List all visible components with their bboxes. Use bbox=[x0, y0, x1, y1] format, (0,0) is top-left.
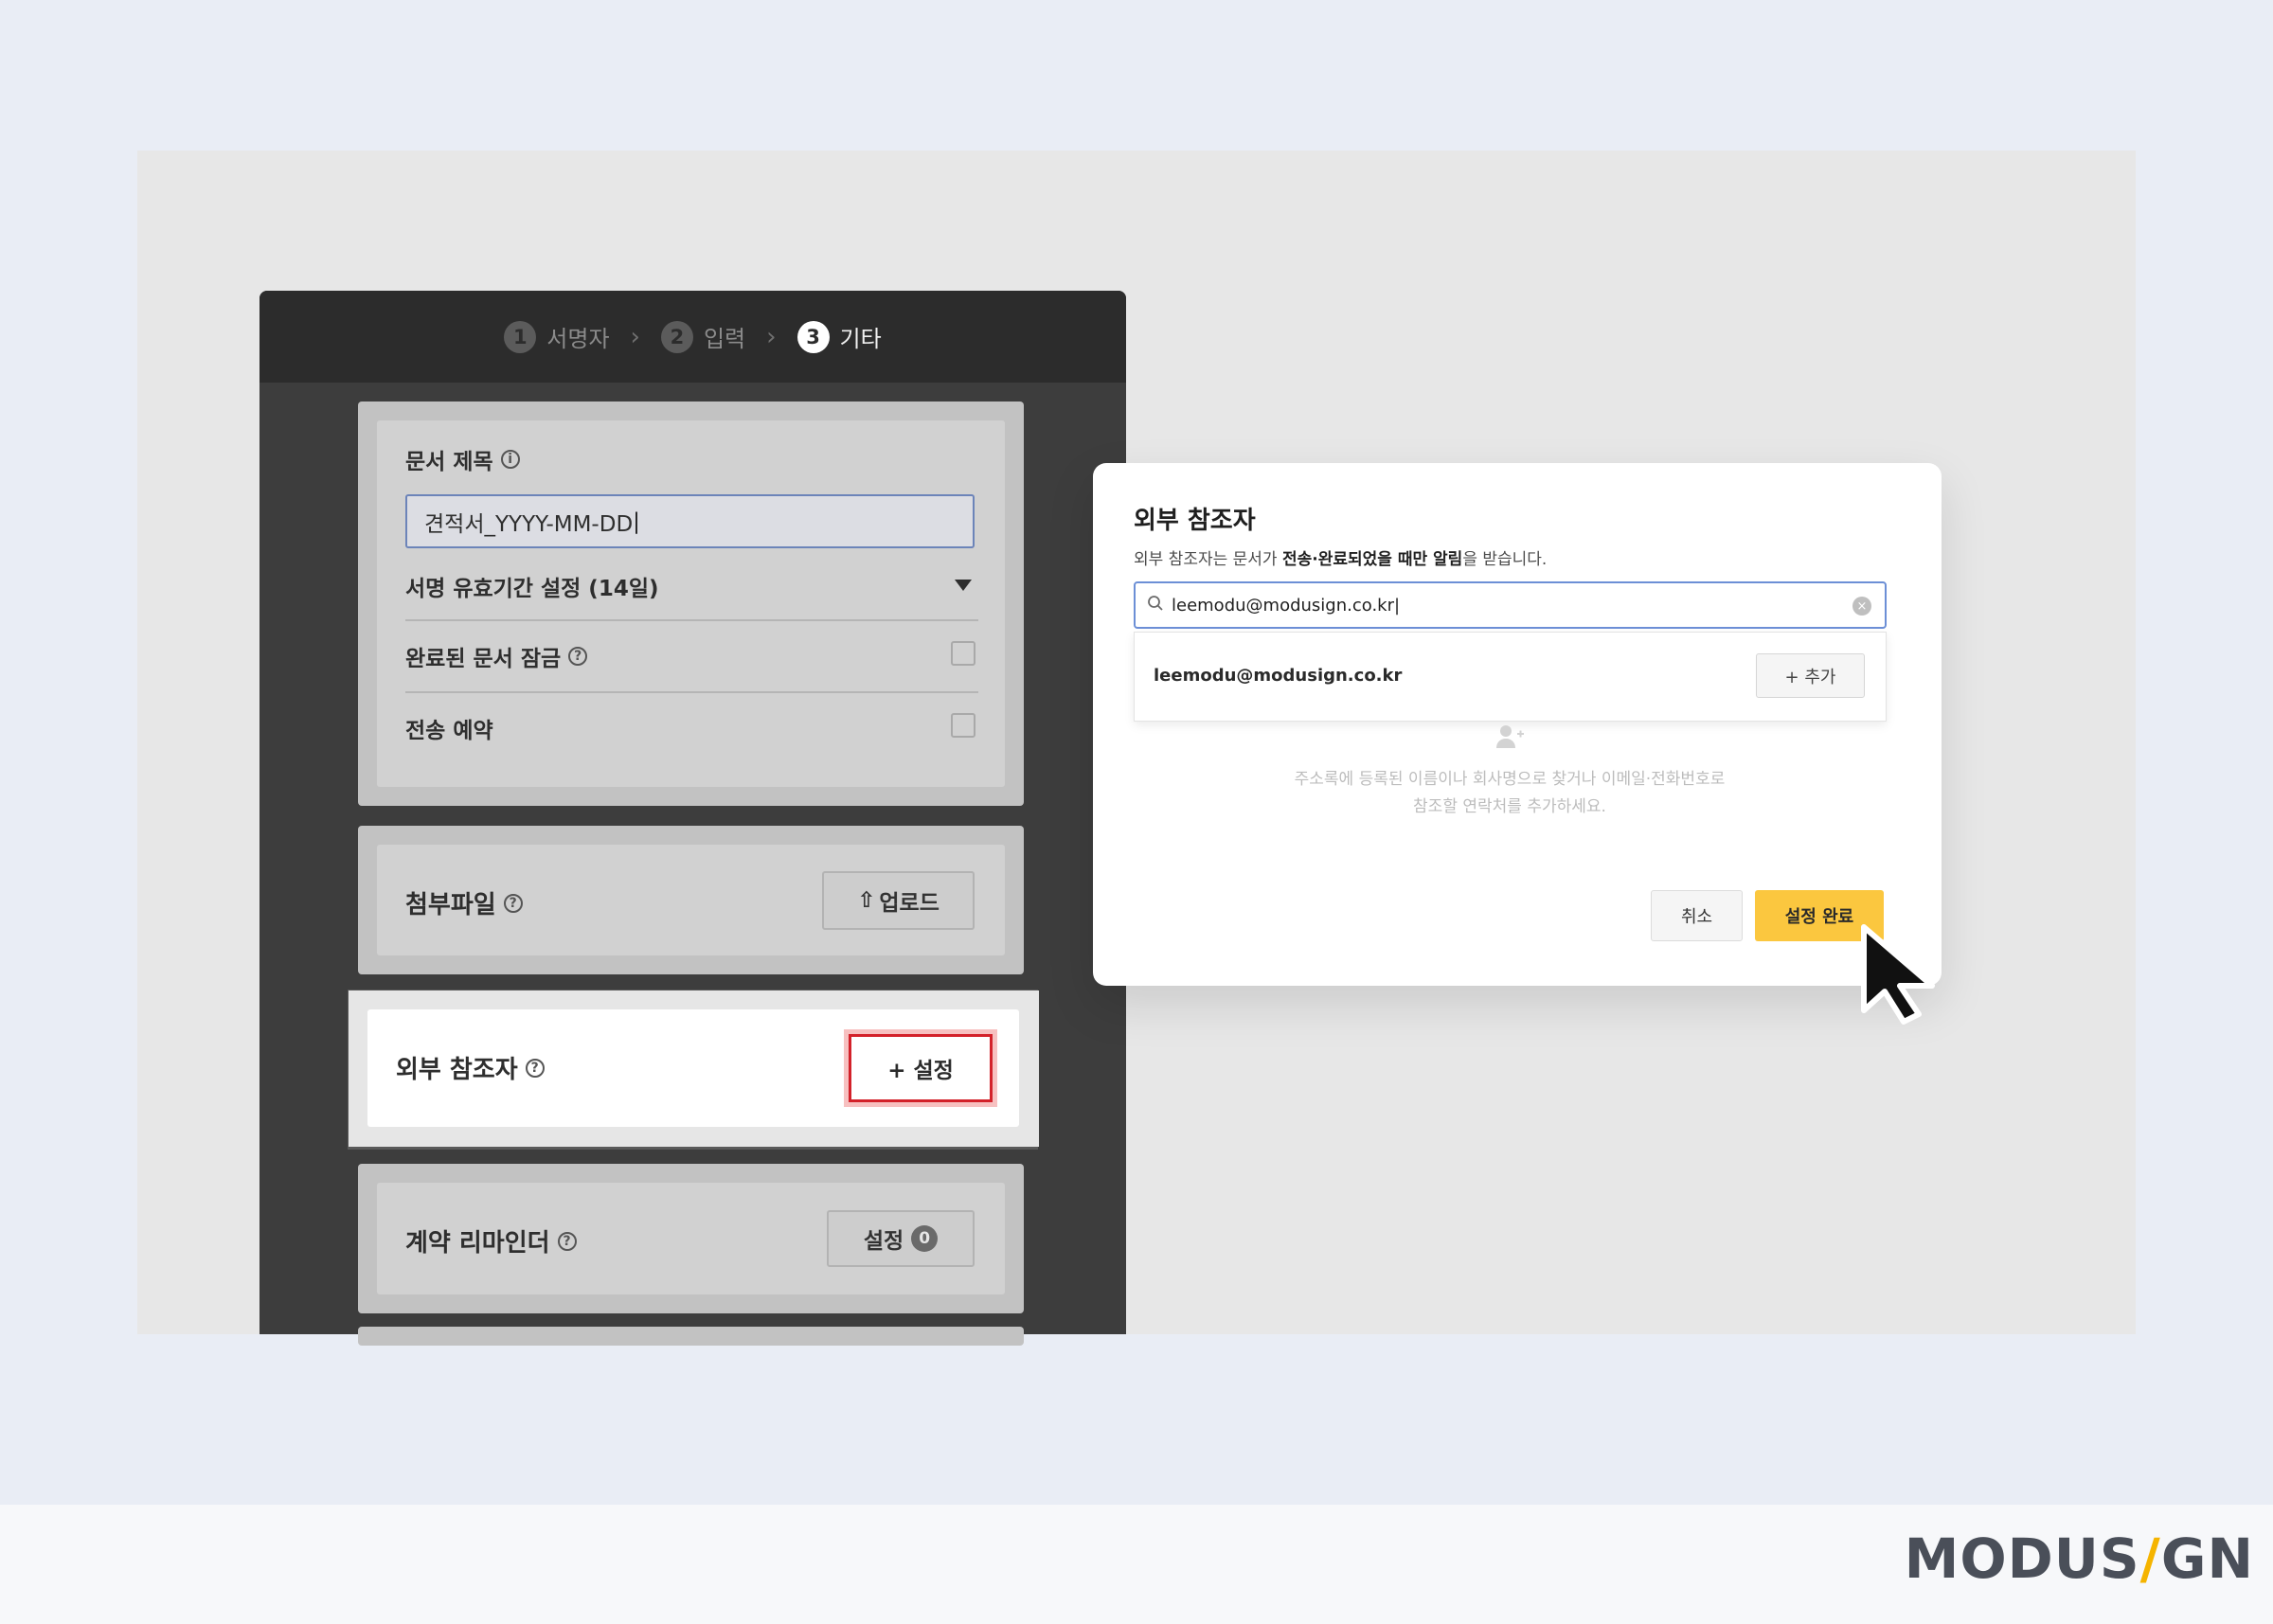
external-ref-modal: 외부 참조자 외부 참조자는 문서가 전송·완료되었을 때만 알림을 받습니다.… bbox=[1093, 463, 1942, 986]
step-label: 입력 bbox=[703, 326, 746, 352]
chevron-right-icon: › bbox=[766, 322, 777, 351]
mouse-pointer-icon bbox=[1861, 924, 1935, 1025]
attachment-card: 첨부파일 ? ⇧ 업로드 bbox=[358, 826, 1024, 974]
reminder-set-button[interactable]: 설정 0 bbox=[827, 1210, 975, 1267]
schedule-send-checkbox[interactable] bbox=[951, 713, 975, 738]
step-input[interactable]: 2 입력 bbox=[660, 320, 746, 353]
doc-title-input[interactable]: 견적서_YYYY-MM-DD | bbox=[405, 494, 975, 548]
help-icon[interactable]: ? bbox=[557, 1231, 577, 1251]
reminder-count-badge: 0 bbox=[911, 1225, 939, 1252]
cancel-button[interactable]: 취소 bbox=[1651, 890, 1743, 941]
help-icon[interactable]: ? bbox=[568, 647, 588, 666]
step-indicator: 1 서명자 › 2 입력 › 3 기타 bbox=[260, 291, 1126, 383]
info-icon[interactable]: i bbox=[500, 450, 520, 469]
step-other[interactable]: 3 기타 bbox=[796, 320, 882, 353]
step-number: 2 bbox=[660, 320, 693, 353]
step-number: 1 bbox=[504, 320, 537, 353]
divider bbox=[405, 619, 978, 621]
modal-title: 외부 참조자 bbox=[1134, 507, 1256, 535]
document-options-card: 문서 제목 i 견적서_YYYY-MM-DD | 서명 유효기간 설정 (14일)… bbox=[358, 402, 1024, 806]
doc-title-label: 문서 제목 i bbox=[405, 443, 520, 475]
reminder-card: 계약 리마인더 ? 설정 0 bbox=[358, 1164, 1024, 1313]
step-label: 기타 bbox=[839, 326, 882, 352]
help-icon[interactable]: ? bbox=[525, 1058, 545, 1078]
help-icon[interactable]: ? bbox=[503, 893, 523, 913]
search-icon bbox=[1147, 595, 1164, 616]
expiry-select[interactable]: 서명 유효기간 설정 (14일) bbox=[405, 570, 659, 602]
lock-completed-checkbox[interactable] bbox=[951, 641, 975, 666]
lock-completed-label: 완료된 문서 잠금 ? bbox=[405, 640, 588, 672]
add-person-icon bbox=[1494, 723, 1525, 749]
modusign-logo: MODUS/GN bbox=[1904, 1526, 2254, 1591]
clear-icon[interactable]: × bbox=[1852, 597, 1871, 616]
contact-search-input[interactable]: leemodu@modusign.co.kr | × bbox=[1134, 581, 1887, 629]
reminder-label: 계약 리마인더 ? bbox=[405, 1223, 577, 1258]
result-email[interactable]: leemodu@modusign.co.kr bbox=[1154, 666, 1402, 686]
add-contact-button[interactable]: + 추가 bbox=[1756, 653, 1865, 698]
divider bbox=[405, 691, 978, 693]
modal-description: 외부 참조자는 문서가 전송·완료되었을 때만 알림을 받습니다. bbox=[1134, 550, 1548, 569]
attachment-label: 첨부파일 ? bbox=[405, 885, 523, 920]
search-result-dropdown: leemodu@modusign.co.kr + 추가 bbox=[1134, 632, 1887, 722]
schedule-send-label: 전송 예약 bbox=[405, 719, 493, 743]
upload-icon: ⇧ bbox=[857, 888, 876, 913]
chevron-right-icon: › bbox=[630, 322, 640, 351]
caret-down-icon[interactable] bbox=[955, 580, 972, 591]
step-signers[interactable]: 1 서명자 bbox=[504, 320, 610, 353]
external-ref-label: 외부 참조자 ? bbox=[396, 1050, 545, 1085]
external-ref-set-button[interactable]: + 설정 bbox=[849, 1034, 993, 1102]
next-card-edge bbox=[358, 1327, 1024, 1346]
empty-state-text: 주소록에 등록된 이름이나 회사명으로 찾거나 이메일·전화번호로 참조할 연락… bbox=[1294, 770, 1726, 816]
step-label: 서명자 bbox=[546, 326, 610, 352]
step-number: 3 bbox=[796, 320, 830, 353]
upload-button[interactable]: ⇧ 업로드 bbox=[822, 871, 975, 930]
